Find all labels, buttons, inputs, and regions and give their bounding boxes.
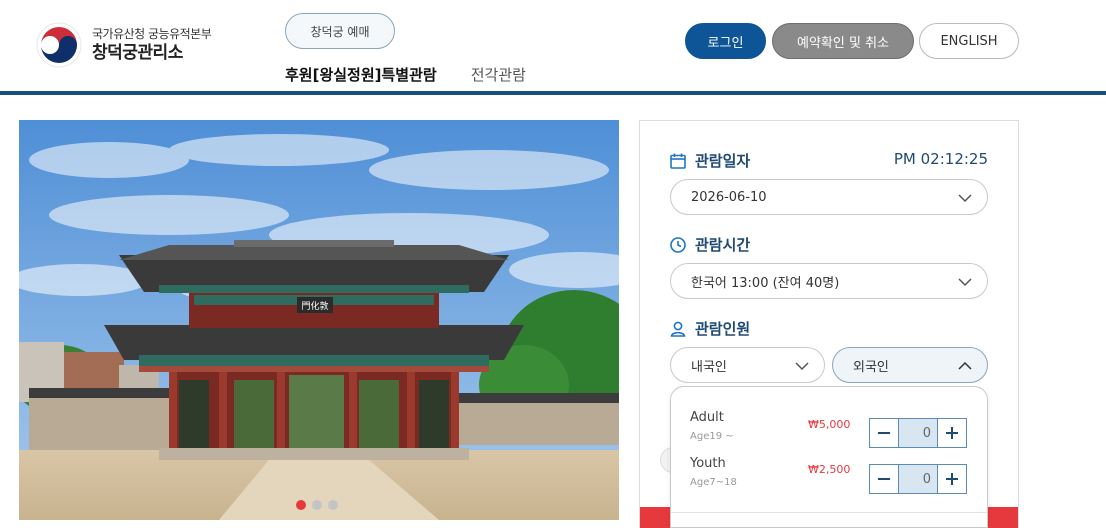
domestic-visitor-select[interactable]: 내국인 [670,347,825,383]
adult-quantity-value[interactable]: 0 [898,419,938,447]
site-logo[interactable]: 국가유산청 궁능유적본부 창덕궁관리소 [36,22,212,68]
chevron-down-icon [795,362,809,371]
visit-date-value: 2026-06-10 [691,189,767,205]
taegeuk-logo-icon [36,22,82,68]
minus-icon [878,478,890,480]
nav-tab-palace-tour[interactable]: 전각관람 [471,64,526,85]
foreign-label: 외국인 [853,359,889,375]
person-icon [670,321,686,337]
domestic-label: 내국인 [691,359,727,375]
site-header: 국가유산청 궁능유적본부 창덕궁관리소 창덕궁 예매 후원[왕실정원]특별관람 … [0,0,1106,95]
ticket-label-youth: Youth [690,456,726,471]
chevron-down-icon [958,278,972,287]
youth-decrease-button[interactable] [870,465,898,493]
gate-signboard: 門化敦 [301,300,328,312]
youth-increase-button[interactable] [938,465,966,493]
calendar-icon [670,153,686,169]
chevron-down-icon [958,194,972,203]
visit-date-title: 관람일자 [669,150,750,171]
dropdown-divider [671,512,987,513]
header-divider [0,91,1106,95]
current-time-clock: PM 02:12:25 [893,150,988,168]
logo-title: 창덕궁관리소 [92,43,183,63]
nav-tab-secret-garden[interactable]: 후원[왕실정원]특별관람 [285,64,437,85]
ticket-label-adult: Adult [690,410,724,425]
submit-bar-right[interactable] [988,507,1018,528]
plus-icon [946,473,958,485]
adult-quantity-stepper: 0 [869,418,967,448]
slide-dot-1[interactable] [296,500,306,510]
foreign-visitor-select[interactable]: 외국인 [832,347,988,383]
logo-subtitle: 국가유산청 궁능유적본부 [92,27,212,41]
ticket-price-youth: ₩2,500 [808,463,851,476]
youth-quantity-value[interactable]: 0 [898,465,938,493]
chevron-up-icon [958,361,972,370]
slide-dot-3[interactable] [328,500,338,510]
visit-time-select[interactable]: 한국어 13:00 (잔여 40명) [670,263,988,299]
main-nav: 후원[왕실정원]특별관람 전각관람 [285,64,526,85]
youth-quantity-stepper: 0 [869,464,967,494]
ticket-age-adult: Age19 ~ [690,431,734,442]
visit-time-label: 관람시간 [695,236,751,254]
ticket-age-youth: Age7~18 [690,477,737,488]
ticket-price-adult: ₩5,000 [808,418,851,431]
plus-icon [946,427,958,439]
visit-time-title: 관람시간 [669,234,750,255]
visit-time-value: 한국어 13:00 (잔여 40명) [691,275,840,291]
visitor-count-label: 관람인원 [695,320,751,338]
adult-increase-button[interactable] [938,419,966,447]
palace-gate-illustration: 門化敦 [19,120,619,520]
hero-slide-image[interactable]: 門化敦 [19,120,619,520]
english-button[interactable]: ENGLISH [919,23,1019,59]
clock-icon [670,236,686,253]
slide-pagination [296,500,338,510]
site-selector-pill[interactable]: 창덕궁 예매 [285,13,395,49]
visit-date-label: 관람일자 [695,152,751,170]
reservation-check-button[interactable]: 예약확인 및 취소 [772,23,914,59]
minus-icon [878,432,890,434]
visit-date-select[interactable]: 2026-06-10 [670,179,988,215]
slide-dot-2[interactable] [312,500,322,510]
submit-bar-left[interactable] [640,507,670,528]
visitor-count-title: 관람인원 [669,318,750,339]
login-button[interactable]: 로그인 [685,23,766,59]
adult-decrease-button[interactable] [870,419,898,447]
